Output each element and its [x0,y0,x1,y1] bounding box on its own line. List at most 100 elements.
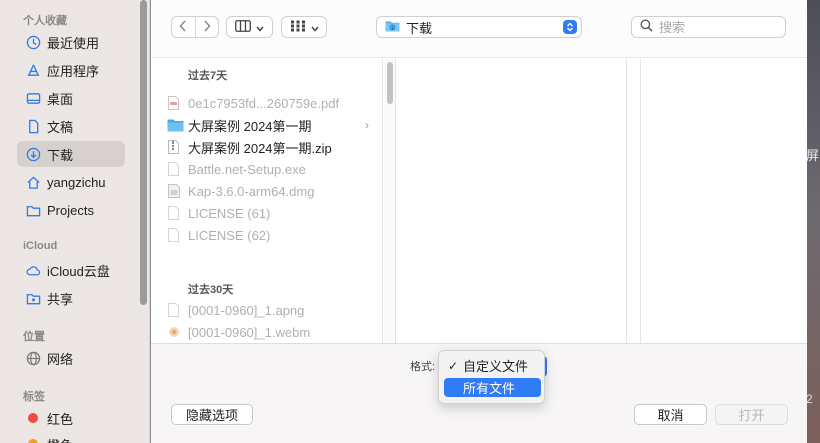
sidebar-item-label: 下载 [47,147,74,163]
file-name: 大屏案例 2024第一期 [188,118,312,134]
clock-icon [25,34,41,50]
sidebar-item-tag-red[interactable]: 红色 [17,405,125,431]
background-app [806,0,820,443]
sidebar-item-label: yangzichu [47,174,106,190]
up-down-stepper-icon [563,20,577,34]
desktop-icon [25,90,41,106]
sidebar: 个人收藏 最近使用 应用程序 桌面 文稿 下载 yangzichu Projec… [0,0,150,443]
preview-column [397,59,627,343]
file-name: Kap-3.6.0-arm64.dmg [188,183,315,199]
sidebar-item-documents[interactable]: 文稿 [17,113,125,139]
group-title-last-7-days: 过去7天 [188,70,228,82]
locations-section-title: 位置 [23,331,45,343]
chevron-right-icon [203,19,211,35]
search-icon [640,19,653,35]
cancel-button[interactable]: 取消 [634,404,707,425]
file-name: [0001-0960]_1.webm [188,324,311,340]
file-name: 0e1c7953fd...260759e.pdf [188,95,340,111]
chevron-left-icon [179,19,187,35]
sidebar-item-label: 最近使用 [47,35,100,51]
document-icon [25,118,41,134]
dmg-file-icon [167,184,180,199]
navigation-buttons [171,16,219,38]
back-button[interactable] [172,17,195,37]
file-row[interactable]: LICENSE (62) [167,224,377,246]
background-text: 屏 [806,148,820,163]
sidebar-item-home[interactable]: yangzichu [17,169,125,195]
image-file-icon [167,303,180,318]
file-row[interactable]: Battle.net-Setup.exe [167,158,377,180]
file-row[interactable]: Kap-3.6.0-arm64.dmg [167,180,377,202]
document-file-icon [167,228,180,243]
applications-icon [25,62,41,78]
sidebar-item-recents[interactable]: 最近使用 [17,29,125,55]
folder-row[interactable]: 大屏案例 2024第一期 › [167,114,377,136]
sidebar-item-label: iCloud云盘 [47,263,110,279]
pdf-file-icon [167,96,180,111]
sidebar-item-label: 共享 [47,291,74,307]
checkmark-icon: ✓ [447,358,459,373]
chevron-down-icon [310,20,319,35]
sidebar-item-label: 应用程序 [47,63,100,79]
folder-icon [167,118,184,133]
file-name: LICENSE (62) [188,227,271,243]
sidebar-item-label: 文稿 [47,119,74,135]
search-field[interactable] [631,16,786,38]
format-dropdown-menu: ✓ 自定义文件 所有文件 [438,350,545,404]
sidebar-item-label: 桌面 [47,91,74,107]
format-option-label: 所有文件 [463,381,516,396]
sidebar-scrollbar[interactable] [140,0,147,305]
format-label: 格式: [410,361,436,373]
sidebar-item-label: 网络 [47,351,74,367]
format-option-all-files[interactable]: 所有文件 [444,378,541,397]
chevron-down-icon [256,20,264,35]
folder-icon [385,19,400,35]
sidebar-item-shared[interactable]: 共享 [17,285,125,311]
group-by-button[interactable] [281,16,327,38]
exe-file-icon [167,162,180,177]
location-popup[interactable]: 下载 [376,16,582,38]
format-option-label: 自定义文件 [463,359,529,374]
sidebar-item-tag-orange[interactable]: 橙色 [17,431,125,443]
format-option-custom[interactable]: ✓ 自定义文件 [444,356,541,375]
scrollbar-thumb[interactable] [387,62,393,104]
file-row[interactable]: [0001-0960]_1.webm [167,321,377,343]
sidebar-item-network[interactable]: 网络 [17,345,125,371]
download-icon [25,146,41,162]
toolbar: 下载 [151,0,807,58]
file-row[interactable]: 0e1c7953fd...260759e.pdf [167,92,377,114]
document-file-icon [167,206,180,221]
hide-options-button[interactable]: 隐藏选项 [171,404,253,425]
forward-button[interactable] [194,17,218,37]
column-divider[interactable] [627,59,641,343]
sidebar-item-label: Projects [47,202,94,218]
sidebar-item-icloud-drive[interactable]: iCloud云盘 [17,257,125,283]
view-mode-button[interactable] [226,16,273,38]
red-tag-dot-icon [28,413,38,423]
favorites-section-title: 个人收藏 [23,15,67,27]
chevron-right-icon: › [365,118,369,132]
orange-tag-dot-icon [28,439,38,443]
sidebar-item-label: 橙色 [47,435,73,443]
file-row[interactable]: [0001-0960]_1.apng [167,299,377,321]
sidebar-item-label: 红色 [47,411,74,427]
columns-view-icon [235,19,251,35]
file-name: [0001-0960]_1.apng [188,302,305,318]
folder-icon [25,202,41,218]
group-title-last-30-days: 过去30天 [188,284,234,296]
sidebar-item-downloads[interactable]: 下载 [17,141,125,167]
file-row[interactable]: LICENSE (61) [167,202,377,224]
empty-column [641,59,807,343]
icloud-section-title: iCloud [23,240,58,252]
file-row[interactable]: 大屏案例 2024第一期.zip [167,136,377,158]
sidebar-item-projects[interactable]: Projects [17,197,125,223]
open-button[interactable]: 打开 [715,404,788,425]
file-name: Battle.net-Setup.exe [188,161,306,177]
background-text-2: 2 [806,392,813,406]
grid-icon [290,20,306,35]
search-input[interactable] [659,19,779,35]
sidebar-item-desktop[interactable]: 桌面 [17,85,125,111]
sidebar-item-applications[interactable]: 应用程序 [17,57,125,83]
cloud-icon [25,262,41,278]
file-list-scrollbar[interactable] [384,59,396,343]
